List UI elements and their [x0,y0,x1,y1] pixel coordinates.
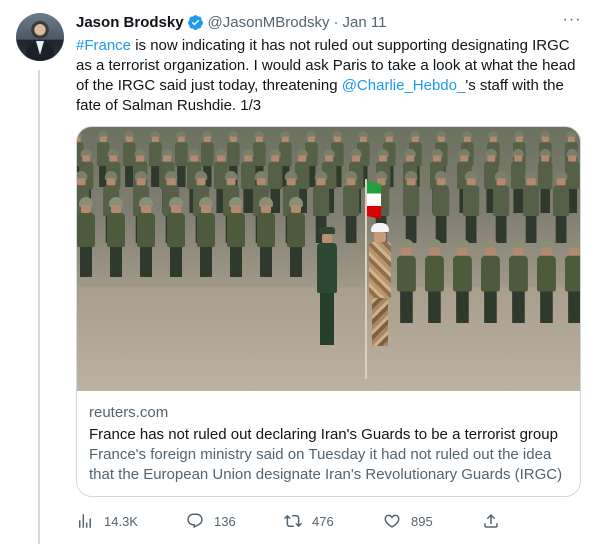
reply-action[interactable]: 136 [186,512,236,530]
verified-badge-icon [187,14,203,30]
thread-connector-line [38,70,40,544]
card-description-line2: that the European Union designate Iran's… [89,466,563,497]
card-image[interactable] [77,127,580,391]
analytics-icon [79,514,91,528]
likes-count: 895 [411,513,433,529]
iran-flag [367,181,381,219]
retweets-count: 476 [312,513,334,529]
link-preview-card[interactable]: reuters.com France has not ruled out dec… [76,126,581,497]
views-action[interactable]: 14.3K [76,512,138,530]
card-description-line1: France's foreign ministry said on Tuesda… [89,446,552,463]
retweet-icon [284,514,302,528]
tweet-date[interactable]: Jan 11 [342,14,386,31]
avatar[interactable] [16,13,64,61]
card-meta: reuters.com France has not ruled out dec… [77,391,580,497]
flagpole [365,179,367,379]
tweet-header: Jason Brodsky @JasonMBrodsky · Jan 11 ··… [76,10,582,32]
like-action[interactable]: 895 [383,512,433,530]
card-domain: reuters.com [89,404,169,421]
author-name[interactable]: Jason Brodsky [76,14,184,31]
views-count: 14.3K [104,513,138,529]
reply-icon [187,513,203,529]
tweet-text: #France is now indicating it has not rul… [76,36,582,116]
separator-dot: · [333,13,339,31]
mention-link[interactable]: @Charlie_Hebdo_ [342,77,466,94]
tweet-actions: 14.3K 136 476 895 [76,512,506,534]
card-title: France has not ruled out declaring Iran'… [89,426,558,443]
retweet-action[interactable]: 476 [284,512,334,530]
more-options-icon[interactable]: ··· [562,10,582,30]
share-icon [484,513,498,528]
author-handle[interactable]: @JasonMBrodsky [208,14,330,31]
hashtag-link[interactable]: #France [76,37,131,54]
replies-count: 136 [214,513,236,529]
heart-icon [384,514,400,528]
share-action[interactable] [482,512,500,530]
